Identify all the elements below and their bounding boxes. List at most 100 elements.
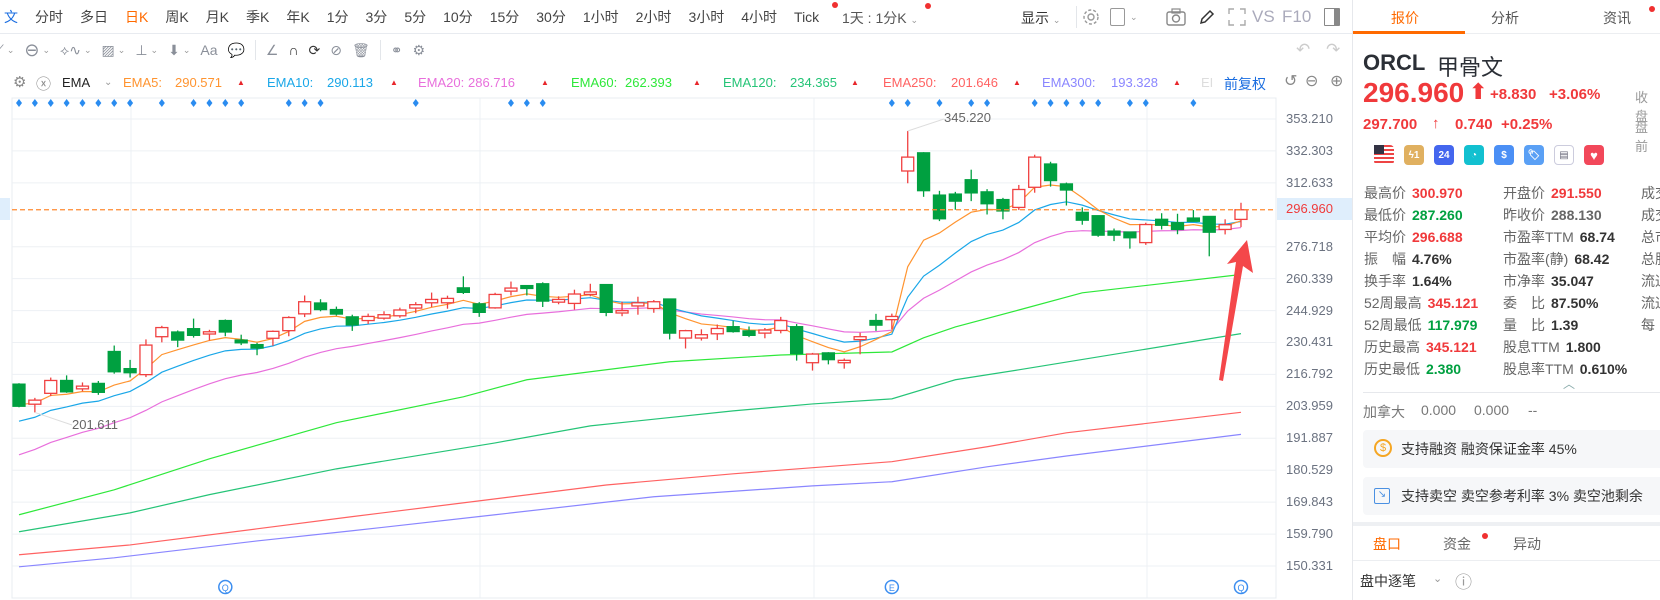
candle[interactable] (853, 336, 867, 341)
candle[interactable] (551, 298, 566, 303)
candle[interactable] (424, 298, 439, 304)
event-marker-icon[interactable] (888, 99, 895, 107)
candle[interactable] (139, 344, 153, 376)
event-marker-icon[interactable] (63, 99, 70, 107)
tab-quote[interactable]: 报价 (1391, 8, 1419, 28)
candle[interactable] (948, 193, 962, 202)
event-marker-icon[interactable] (1031, 99, 1038, 107)
event-marker-icon[interactable] (111, 99, 118, 107)
candle[interactable] (583, 291, 597, 296)
bookmark-icon[interactable]: ▤ (1554, 145, 1574, 165)
candle[interactable] (250, 343, 264, 349)
candle[interactable] (155, 326, 169, 338)
event-marker-icon[interactable] (206, 99, 213, 107)
candle[interactable] (1075, 211, 1089, 221)
tag-icon[interactable]: 🏷 (1524, 145, 1544, 165)
candle[interactable] (1043, 163, 1058, 182)
candle[interactable] (964, 179, 978, 194)
candle[interactable] (694, 334, 709, 339)
candle[interactable] (647, 301, 661, 310)
candle[interactable] (837, 359, 851, 364)
event-marker-icon[interactable] (1047, 99, 1054, 107)
candle[interactable] (1012, 188, 1026, 209)
candle[interactable] (345, 316, 359, 326)
candle[interactable] (75, 385, 90, 390)
candle[interactable] (361, 315, 375, 322)
candle[interactable] (329, 308, 344, 315)
candle[interactable] (234, 339, 248, 344)
event-marker-icon[interactable] (31, 99, 38, 107)
candle[interactable] (1123, 231, 1137, 239)
event-marker-icon[interactable] (936, 99, 943, 107)
event-marker-icon[interactable] (1063, 99, 1070, 107)
event-marker-icon[interactable] (412, 99, 419, 107)
candle[interactable] (28, 399, 42, 405)
event-marker-icon[interactable] (222, 99, 229, 107)
event-marker-icon[interactable] (190, 99, 197, 107)
candle[interactable] (789, 326, 804, 355)
candle[interactable] (12, 383, 26, 407)
candle[interactable] (409, 304, 423, 309)
event-marker-icon[interactable] (79, 99, 86, 107)
event-marker-icon[interactable] (301, 99, 308, 107)
collapse-chevron-icon[interactable]: ︿ (1563, 375, 1575, 392)
event-marker-icon[interactable] (158, 99, 165, 107)
candle[interactable] (1059, 183, 1074, 191)
candle[interactable] (758, 329, 772, 334)
candle[interactable] (916, 152, 931, 192)
candle[interactable] (298, 301, 312, 315)
event-marker-icon[interactable] (984, 99, 991, 107)
event-marker-icon[interactable] (1095, 99, 1102, 107)
event-marker-icon[interactable] (968, 99, 975, 107)
candlestick-chart[interactable]: QEQ (0, 0, 1352, 600)
candle[interactable] (1139, 223, 1153, 244)
candle[interactable] (599, 283, 613, 313)
candle[interactable] (805, 353, 820, 364)
candle[interactable] (282, 316, 296, 332)
event-marker-icon[interactable] (47, 99, 54, 107)
tab-movements[interactable]: 异动 (1513, 534, 1541, 554)
event-marker-icon[interactable] (317, 99, 324, 107)
candle[interactable] (456, 287, 471, 294)
candle[interactable] (266, 330, 280, 339)
candle[interactable] (1202, 215, 1216, 233)
event-marker-icon[interactable] (523, 99, 530, 107)
candle[interactable] (377, 314, 391, 319)
candle[interactable] (171, 331, 185, 341)
candle[interactable] (536, 283, 550, 302)
candle[interactable] (901, 156, 915, 172)
tab-orderbook[interactable]: 盘口 (1373, 534, 1401, 554)
candle[interactable] (123, 367, 137, 374)
candle[interactable] (218, 319, 232, 333)
candle[interactable] (1170, 222, 1185, 231)
lightning-icon[interactable]: ϟ1 (1404, 145, 1424, 165)
candle[interactable] (869, 319, 883, 326)
event-marker-icon[interactable] (1126, 99, 1133, 107)
candle[interactable] (393, 309, 407, 317)
candle[interactable] (1186, 217, 1201, 222)
candle[interactable] (504, 287, 518, 292)
event-marker-icon[interactable] (539, 99, 546, 107)
candle[interactable] (520, 284, 534, 290)
candle[interactable] (91, 382, 105, 393)
candle[interactable] (631, 302, 645, 307)
chart-circle-icon[interactable]: ◔ (1464, 145, 1484, 165)
candle[interactable] (44, 379, 58, 394)
chevron-down-icon[interactable]: ⌄ (1433, 572, 1442, 585)
event-marker-icon[interactable] (95, 99, 102, 107)
info-icon[interactable]: ⓘ (1455, 568, 1472, 593)
candle[interactable] (1107, 230, 1121, 236)
event-marker-icon[interactable] (507, 99, 514, 107)
candle[interactable] (488, 293, 502, 309)
tab-news[interactable]: 资讯 (1603, 8, 1631, 28)
candle[interactable] (567, 293, 582, 305)
candle[interactable] (1091, 215, 1105, 236)
candle[interactable] (186, 328, 201, 337)
candle[interactable] (1154, 218, 1169, 226)
event-marker-icon[interactable] (1142, 99, 1149, 107)
candle[interactable] (1234, 209, 1248, 221)
candle[interactable] (710, 327, 724, 335)
candle[interactable] (440, 297, 455, 304)
candle[interactable] (932, 194, 947, 220)
candle[interactable] (107, 350, 121, 373)
